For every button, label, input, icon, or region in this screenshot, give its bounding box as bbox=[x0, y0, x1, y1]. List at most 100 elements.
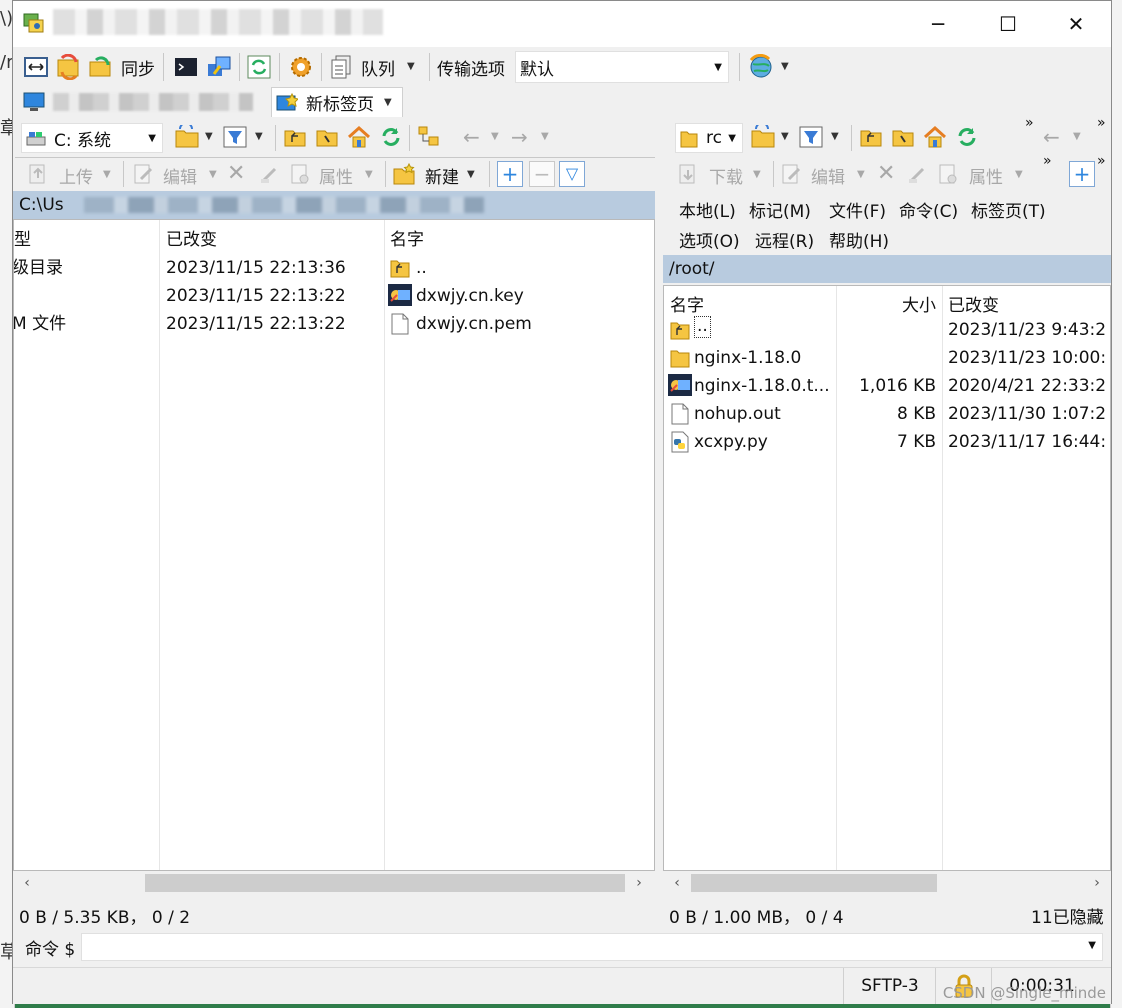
upload-label[interactable]: 上传 bbox=[59, 163, 93, 188]
sync-icon[interactable] bbox=[87, 53, 115, 81]
rename-icon[interactable] bbox=[905, 161, 931, 187]
right-dir-select[interactable]: rc ▼ bbox=[675, 123, 743, 153]
overflow-icon[interactable]: » bbox=[1097, 115, 1106, 131]
chevron-down-icon[interactable]: ▼ bbox=[781, 131, 789, 142]
scroll-thumb[interactable] bbox=[691, 874, 937, 892]
terminal-icon[interactable] bbox=[173, 55, 199, 79]
chevron-down-icon[interactable]: ▼ bbox=[831, 131, 839, 142]
edit-label[interactable]: 编辑 bbox=[163, 163, 197, 188]
chevron-down-icon[interactable]: ▼ bbox=[491, 131, 499, 142]
new-folder-icon[interactable] bbox=[391, 161, 417, 187]
edit-icon[interactable] bbox=[779, 161, 805, 187]
root-dir-icon[interactable] bbox=[313, 123, 341, 151]
open-folder-icon[interactable] bbox=[173, 123, 201, 151]
right-horizontal-scrollbar[interactable]: ‹ › bbox=[663, 871, 1111, 895]
chevron-down-icon[interactable]: ▼ bbox=[209, 169, 217, 180]
column-modified-header[interactable]: 已改变 bbox=[166, 222, 376, 252]
filter-icon[interactable] bbox=[221, 123, 249, 151]
menu-help[interactable]: 帮助(H) bbox=[829, 227, 889, 252]
root-dir-icon[interactable] bbox=[889, 123, 917, 151]
select-minus-icon[interactable]: − bbox=[529, 161, 555, 187]
column-size-header[interactable]: 大小 bbox=[842, 288, 936, 318]
chevron-down-icon[interactable]: ▼ bbox=[103, 169, 111, 180]
filter-icon[interactable] bbox=[797, 123, 825, 151]
overflow-icon[interactable]: » bbox=[1025, 115, 1034, 131]
queue-dropdown-icon[interactable]: ▼ bbox=[407, 61, 415, 72]
menu-options[interactable]: 选项(O) bbox=[679, 227, 740, 252]
chevron-down-icon[interactable]: ▼ bbox=[753, 169, 761, 180]
scroll-right-icon[interactable]: › bbox=[1087, 871, 1107, 895]
menu-local[interactable]: 本地(L) bbox=[679, 197, 736, 222]
close-button[interactable]: ✕ bbox=[1041, 1, 1111, 47]
title-bar[interactable]: ─ ☐ ✕ bbox=[13, 1, 1111, 47]
menu-file[interactable]: 文件(F) bbox=[829, 197, 886, 222]
queue-icon[interactable] bbox=[327, 53, 355, 81]
properties-icon[interactable] bbox=[935, 161, 961, 187]
tree-icon[interactable] bbox=[415, 123, 443, 151]
command-input[interactable]: ▼ bbox=[81, 933, 1103, 961]
scroll-left-icon[interactable]: ‹ bbox=[17, 871, 37, 895]
left-horizontal-scrollbar[interactable]: ‹ › bbox=[13, 871, 655, 895]
session-tab[interactable] bbox=[19, 87, 269, 117]
chevron-down-icon[interactable]: ▼ bbox=[1073, 131, 1081, 142]
chevron-down-icon[interactable]: ▼ bbox=[255, 131, 263, 142]
left-file-list[interactable]: 型 已改变 名字 ^ 级目录 2023/11/15 22:13:36 .. 202… bbox=[13, 219, 655, 871]
column-modified-header[interactable]: 已改变 bbox=[948, 288, 1108, 318]
sync-label[interactable]: 同步 bbox=[121, 55, 155, 80]
maximize-button[interactable]: ☐ bbox=[973, 1, 1043, 47]
forward-icon[interactable]: → bbox=[511, 125, 528, 149]
transfer-preset-select[interactable]: 默认 ▼ bbox=[515, 51, 729, 83]
properties-icon[interactable] bbox=[287, 161, 313, 187]
menu-remote[interactable]: 远程(R) bbox=[755, 227, 814, 252]
scroll-right-icon[interactable]: › bbox=[629, 871, 649, 895]
sessions-globe-icon[interactable] bbox=[747, 53, 775, 81]
chevron-down-icon[interactable]: ▼ bbox=[857, 169, 865, 180]
chevron-down-icon[interactable]: ▼ bbox=[205, 131, 213, 142]
chevron-down-icon[interactable]: ▼ bbox=[1088, 940, 1096, 951]
queue-label[interactable]: 队列 bbox=[361, 55, 395, 80]
delete-icon[interactable]: ✕ bbox=[227, 161, 245, 186]
properties-label[interactable]: 属性 bbox=[969, 163, 1003, 188]
back-icon[interactable]: ← bbox=[463, 125, 480, 149]
download-label[interactable]: 下载 bbox=[709, 163, 743, 188]
chevron-down-icon[interactable]: ▼ bbox=[467, 169, 475, 180]
chevron-down-icon[interactable]: ▼ bbox=[365, 169, 373, 180]
new-label[interactable]: 新建 bbox=[425, 163, 459, 188]
download-icon[interactable] bbox=[675, 161, 701, 187]
chevron-down-icon[interactable]: ▼ bbox=[1015, 169, 1023, 180]
select-plus-icon[interactable]: + bbox=[1069, 161, 1095, 187]
menu-mark[interactable]: 标记(M) bbox=[749, 197, 811, 222]
sync-browse-icon[interactable] bbox=[55, 53, 83, 81]
compare-dirs-icon[interactable] bbox=[23, 55, 49, 79]
sessions-dropdown-icon[interactable]: ▼ bbox=[781, 61, 789, 72]
minimize-button[interactable]: ─ bbox=[903, 1, 973, 47]
edit-label[interactable]: 编辑 bbox=[811, 163, 845, 188]
overflow-icon[interactable]: » bbox=[1043, 153, 1052, 169]
column-type-header[interactable]: 型 bbox=[14, 222, 159, 252]
scroll-left-icon[interactable]: ‹ bbox=[667, 871, 687, 895]
chevron-down-icon[interactable]: ▼ bbox=[541, 131, 549, 142]
properties-label[interactable]: 属性 bbox=[319, 163, 353, 188]
refresh-icon[interactable] bbox=[953, 123, 981, 151]
upload-icon[interactable] bbox=[25, 161, 51, 187]
left-path-bar[interactable]: C:\Us bbox=[13, 191, 655, 219]
select-plus-icon[interactable]: + bbox=[497, 161, 523, 187]
menu-tabs[interactable]: 标签页(T) bbox=[971, 197, 1046, 222]
filter-select-icon[interactable]: ▽ bbox=[559, 161, 585, 187]
parent-dir-icon[interactable] bbox=[281, 123, 309, 151]
right-file-list[interactable]: 名字 ^ 大小 已改变 .. 2023/11/23 9:43:2 nginx-1.… bbox=[663, 285, 1111, 871]
open-folder-icon[interactable] bbox=[749, 123, 777, 151]
scroll-thumb[interactable] bbox=[145, 874, 625, 892]
refresh-icon[interactable] bbox=[245, 53, 273, 81]
home-icon[interactable] bbox=[921, 123, 949, 151]
putty-icon[interactable] bbox=[205, 53, 233, 81]
home-icon[interactable] bbox=[345, 123, 373, 151]
refresh-icon[interactable] bbox=[377, 123, 405, 151]
gear-icon[interactable] bbox=[287, 53, 315, 81]
parent-dir-icon[interactable] bbox=[857, 123, 885, 151]
right-path-bar[interactable]: /root/ bbox=[663, 255, 1111, 283]
rename-icon[interactable] bbox=[257, 161, 283, 187]
overflow-icon[interactable]: » bbox=[1097, 153, 1106, 169]
menu-command[interactable]: 命令(C) bbox=[899, 197, 958, 222]
new-tab[interactable]: 新标签页 ▼ bbox=[271, 87, 403, 117]
